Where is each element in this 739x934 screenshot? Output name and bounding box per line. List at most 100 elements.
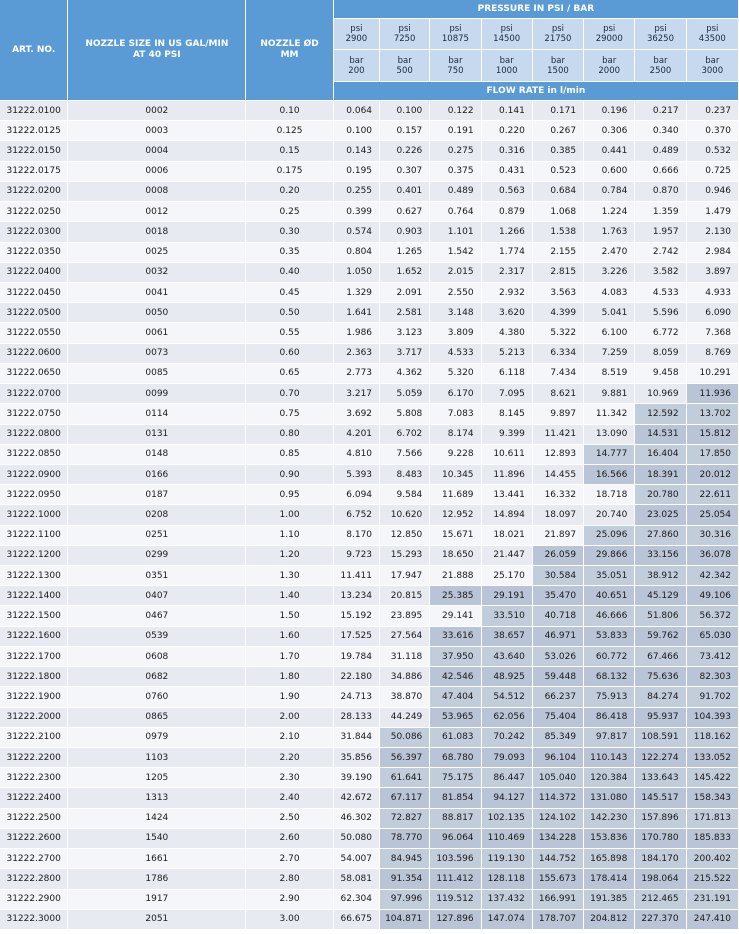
header-bar-cell: bar 2500 [635, 50, 687, 82]
nozzle-size-cell: 0539 [68, 626, 247, 647]
flow-rate-cell: 48.925 [481, 667, 533, 688]
header-flow-rate-title: FLOW RATE in l/min [333, 82, 739, 101]
flow-rate-cell: 61.641 [380, 768, 431, 789]
table-row: 31222.0250 0012 0.25 0.399 0.627 0.764 0.879 1.… [0, 202, 739, 223]
flow-rate-cell: 15.671 [430, 525, 482, 546]
flow-rate-cell: 2.015 [430, 262, 482, 283]
nozzle-diameter-cell: 1.50 [246, 606, 334, 627]
flow-rate-cell: 128.118 [481, 869, 533, 890]
flow-rate-cell: 108.591 [635, 727, 687, 748]
flow-rate-cell: 0.666 [635, 161, 687, 182]
table-row: 31222.1000 0208 1.00 6.752 10.620 12.952 14.89… [0, 505, 739, 526]
nozzle-size-cell: 1540 [68, 828, 247, 850]
nozzle-size-cell: 0002 [68, 101, 247, 122]
flow-rate-cell: 0.220 [481, 121, 533, 142]
flow-rate-cell: 50.080 [333, 828, 381, 850]
flow-rate-cell: 8.483 [380, 464, 431, 486]
flow-rate-cell: 155.673 [532, 869, 585, 890]
flow-rate-cell: 97.817 [584, 727, 636, 748]
flow-rate-cell: 0.267 [532, 121, 585, 142]
flow-rate-cell: 157.896 [635, 808, 687, 829]
nozzle-diameter-cell: 0.95 [246, 485, 334, 506]
flow-rate-cell: 1.986 [333, 323, 381, 344]
table-row: 31222.1600 0539 1.60 17.525 27.564 33.616 38.6… [0, 626, 739, 647]
flow-rate-cell: 56.372 [686, 606, 739, 627]
nozzle-size-cell: 0025 [68, 242, 247, 263]
nozzle-diameter-cell: 1.80 [246, 667, 334, 688]
flow-rate-cell: 4.810 [333, 444, 381, 465]
flow-rate-cell: 21.888 [430, 566, 482, 587]
flow-rate-cell: 29.866 [584, 545, 636, 567]
flow-rate-cell: 54.512 [481, 687, 533, 708]
flow-rate-cell: 25.096 [584, 525, 636, 546]
flow-rate-cell: 133.052 [686, 748, 739, 769]
flow-rate-cell: 0.489 [430, 181, 482, 203]
header-psi-cell: psi 7250 [380, 19, 431, 50]
flow-rate-cell: 119.130 [481, 849, 533, 870]
flow-rate-cell: 0.306 [584, 121, 636, 142]
flow-rate-cell: 1.774 [481, 242, 533, 263]
flow-rate-cell: 5.041 [584, 303, 636, 324]
table-row: 31222.3000 2051 3.00 66.675 104.871 127.896 14… [0, 909, 739, 930]
flow-rate-cell: 42.546 [430, 667, 482, 688]
flow-rate-cell: 24.713 [333, 687, 381, 708]
bar-unit: bar [448, 55, 463, 66]
header-bar-cell: bar 1000 [481, 50, 533, 82]
flow-rate-cell: 81.854 [430, 788, 482, 809]
flow-rate-cell: 21.447 [481, 545, 533, 567]
flow-rate-cell: 0.489 [635, 141, 687, 162]
header-psi-cell: psi 43500 [686, 19, 739, 50]
flow-rate-cell: 0.064 [333, 101, 381, 122]
flow-rate-cell: 0.385 [532, 141, 585, 162]
flow-rate-cell: 25.385 [430, 586, 482, 607]
flow-rate-cell: 1.359 [635, 202, 687, 223]
art-no-cell: 31222.0350 [0, 242, 69, 263]
flow-rate-cell: 11.421 [532, 424, 585, 445]
flow-rate-cell: 50.086 [380, 727, 431, 748]
flow-rate-cell: 45.129 [635, 586, 687, 607]
flow-rate-cell: 166.991 [532, 889, 585, 910]
flow-rate-cell: 9.458 [635, 363, 687, 385]
flow-rate-cell: 16.404 [635, 444, 687, 465]
flow-rate-cell: 84.274 [635, 687, 687, 708]
flow-rate-cell: 66.675 [333, 909, 381, 930]
flow-rate-cell: 1.957 [635, 222, 687, 243]
header-psi-cell: psi 21750 [532, 19, 585, 50]
flow-rate-cell: 44.249 [380, 707, 431, 728]
flow-rate-cell: 12.893 [532, 444, 585, 465]
flow-rate-cell: 4.083 [584, 282, 636, 304]
flow-rate-cell: 137.432 [481, 889, 533, 910]
flow-rate-cell: 8.519 [584, 363, 636, 385]
flow-rate-cell: 2.091 [380, 282, 431, 304]
table-row: 31222.0450 0041 0.45 1.329 2.091 2.550 2.932 3.… [0, 282, 739, 304]
flow-rate-cell: 31.844 [333, 727, 381, 748]
art-no-cell: 31222.1700 [0, 646, 69, 668]
nozzle-diameter-cell: 1.00 [246, 505, 334, 526]
header-nozzle-size: NOZZLE SIZE IN US GAL/MIN AT 40 PSI [68, 0, 247, 101]
flow-rate-cell: 10.345 [430, 464, 482, 486]
flow-rate-cell: 15.812 [686, 424, 739, 445]
flow-rate-cell: 1.652 [380, 262, 431, 283]
flow-rate-cell: 0.255 [333, 181, 381, 203]
nozzle-size-cell: 1424 [68, 808, 247, 829]
flow-rate-cell: 0.870 [635, 181, 687, 203]
table-row: 31222.0175 0006 0.175 0.195 0.307 0.375 0.431 0… [0, 161, 739, 182]
flow-rate-cell: 3.123 [380, 323, 431, 344]
flow-rate-cell: 96.104 [532, 748, 585, 769]
flow-rate-cell: 0.237 [686, 101, 739, 122]
nozzle-size-cell: 0148 [68, 444, 247, 465]
art-no-cell: 31222.0600 [0, 343, 69, 364]
flow-rate-cell: 0.122 [430, 101, 482, 122]
flow-rate-cell: 46.302 [333, 808, 381, 829]
flow-rate-cell: 91.702 [686, 687, 739, 708]
flow-rate-cell: 6.772 [635, 323, 687, 344]
nozzle-size-cell: 0003 [68, 121, 247, 142]
flow-rate-cell: 11.411 [333, 566, 381, 587]
table-row: 31222.1400 0407 1.40 13.234 20.815 25.385 29.1… [0, 586, 739, 607]
flow-rate-cell: 7.095 [481, 384, 533, 405]
nozzle-diameter-cell: 0.125 [246, 121, 334, 142]
flow-rate-cell: 0.431 [481, 161, 533, 182]
table-row: 31222.2700 1661 2.70 54.007 84.945 103.596 119… [0, 849, 739, 870]
flow-rate-cell: 1.763 [584, 222, 636, 243]
art-no-cell: 31222.0300 [0, 222, 69, 243]
